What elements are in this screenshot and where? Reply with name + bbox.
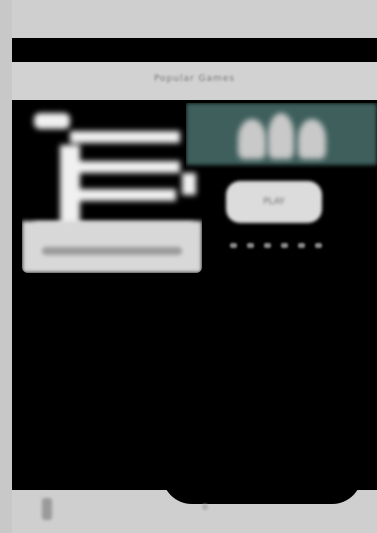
- thumb-shape: [80, 161, 180, 173]
- dot-icon: [298, 243, 305, 248]
- thumb-shape: [80, 189, 176, 201]
- bottom-nav: [12, 474, 377, 533]
- top-divider: [12, 38, 377, 58]
- card-caption: [22, 221, 202, 273]
- app-screen: Popular Games PLAY: [0, 0, 377, 533]
- dot-icon: [247, 243, 254, 248]
- thumb-shape: [70, 131, 180, 143]
- character-figure: [238, 119, 266, 159]
- card-caption-text: [42, 247, 182, 255]
- thumb-shape: [60, 145, 80, 227]
- dot-icon: [230, 243, 237, 248]
- thumb-shape: [34, 113, 70, 129]
- play-button[interactable]: PLAY: [226, 181, 322, 223]
- character-figure: [268, 113, 294, 159]
- game-card-left[interactable]: [22, 103, 202, 273]
- bottom-dot-icon[interactable]: [202, 504, 208, 510]
- back-icon[interactable]: [42, 498, 52, 520]
- dot-icon: [264, 243, 271, 248]
- top-bar: [12, 0, 377, 38]
- title-band: Popular Games: [12, 62, 377, 100]
- game-card-right[interactable]: PLAY: [186, 103, 377, 273]
- dot-icon: [281, 243, 288, 248]
- page-title: Popular Games: [153, 74, 236, 84]
- play-button-label: PLAY: [263, 197, 285, 207]
- character-figure: [298, 119, 326, 159]
- dot-icon: [315, 243, 322, 248]
- rating-dots: [230, 243, 322, 249]
- bottom-nav-notch: [162, 474, 362, 504]
- left-edge: [0, 0, 12, 533]
